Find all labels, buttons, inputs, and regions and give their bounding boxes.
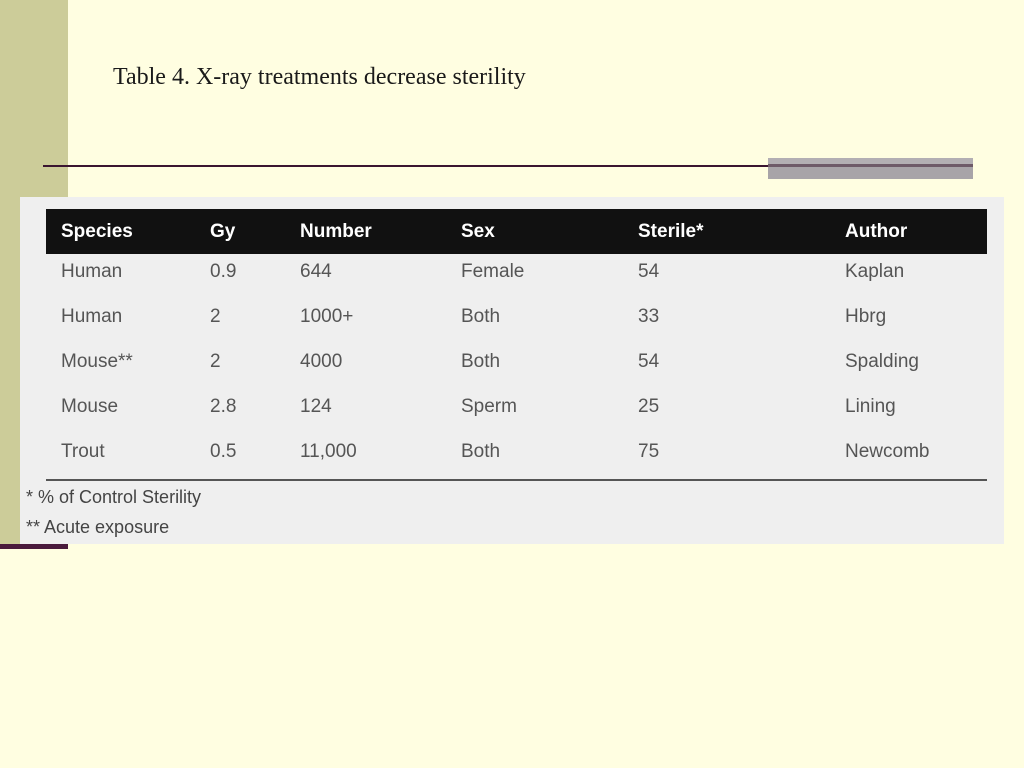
cell-sex: Female (461, 261, 525, 282)
cell-species: Human (61, 261, 123, 282)
cell-author: Kaplan (845, 261, 905, 282)
cell-gy: 2 (210, 306, 221, 327)
slide-title: Table 4. X-ray treatments decrease steri… (113, 64, 526, 90)
cell-author: Lining (845, 396, 896, 417)
table-row: Human 0.9 644 Female 54 Kaplan (20, 261, 1004, 301)
cell-number: 11,000 (300, 441, 357, 462)
table-bottom-divider (46, 479, 987, 481)
cell-gy: 0.5 (210, 441, 237, 462)
cell-species: Mouse** (61, 351, 133, 372)
cell-sterile: 54 (638, 261, 660, 282)
cell-species: Trout (61, 441, 105, 462)
cell-number: 4000 (300, 351, 343, 372)
side-accent-bar-foot (0, 544, 68, 549)
cell-sex: Both (461, 306, 501, 327)
cell-species: Mouse (61, 396, 119, 417)
cell-sterile: 75 (638, 441, 660, 462)
table-row: Mouse** 2 4000 Both 54 Spalding (20, 351, 1004, 391)
table-row: Mouse 2.8 124 Sperm 25 Lining (20, 396, 1004, 436)
table-row: Trout 0.5 11,000 Both 75 Newcomb (20, 441, 1004, 481)
column-header-author: Author (845, 221, 908, 242)
cell-number: 124 (300, 396, 332, 417)
column-header-sterile: Sterile* (638, 221, 704, 242)
cell-sterile: 33 (638, 306, 660, 327)
column-header-number: Number (300, 221, 372, 242)
cell-gy: 0.9 (210, 261, 237, 282)
cell-author: Spalding (845, 351, 919, 372)
table-row: Human 2 1000+ Both 33 Hbrg (20, 306, 1004, 346)
cell-author: Newcomb (845, 441, 930, 462)
cell-number: 1000+ (300, 306, 354, 327)
cell-species: Human (61, 306, 123, 327)
cell-sterile: 54 (638, 351, 660, 372)
title-accent-block (768, 158, 973, 179)
footnote-acute-exposure: ** Acute exposure (26, 517, 170, 537)
cell-sex: Both (461, 351, 501, 372)
cell-sex: Sperm (461, 396, 517, 417)
cell-number: 644 (300, 261, 332, 282)
column-header-species: Species (61, 221, 133, 242)
column-header-sex: Sex (461, 221, 495, 242)
cell-sterile: 25 (638, 396, 660, 417)
data-table: Species Gy Number Sex Sterile* Author Hu… (20, 197, 1004, 544)
cell-author: Hbrg (845, 306, 887, 327)
cell-gy: 2.8 (210, 396, 237, 417)
cell-gy: 2 (210, 351, 221, 372)
footnote-sterility: * % of Control Sterility (26, 487, 202, 507)
column-header-gy: Gy (210, 221, 236, 242)
cell-sex: Both (461, 441, 501, 462)
table-header-row: Species Gy Number Sex Sterile* Author (46, 209, 987, 254)
